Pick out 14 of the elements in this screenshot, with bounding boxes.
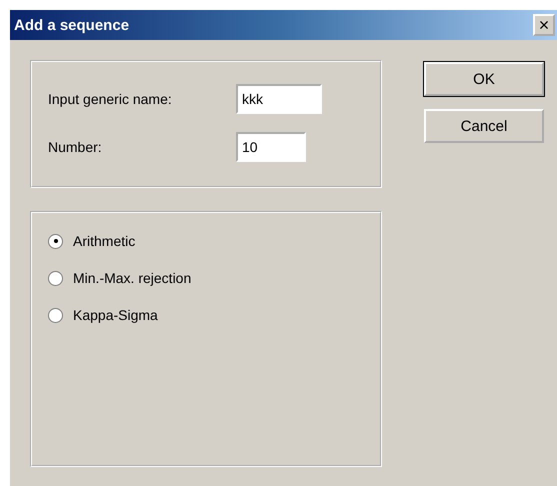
dialog-button[interactable]: OK (424, 62, 544, 96)
input-field[interactable]: kkk (236, 84, 322, 114)
radio-button[interactable] (48, 234, 63, 248)
radio-option[interactable]: Kappa-Sigma (48, 307, 380, 323)
window-title: Add a sequence (14, 16, 130, 34)
field-label: Number: (48, 139, 103, 155)
radio-button[interactable] (48, 308, 63, 322)
dialog-button[interactable]: Cancel (424, 109, 544, 143)
input-field[interactable]: 10 (236, 132, 306, 162)
radio-option[interactable]: Arithmetic (48, 233, 380, 249)
radio-button[interactable] (48, 270, 63, 286)
radio-option[interactable]: Min.-Max. rejection (48, 270, 380, 286)
close-button[interactable]: × (533, 14, 555, 36)
field-label: Input generic name: (48, 91, 173, 107)
